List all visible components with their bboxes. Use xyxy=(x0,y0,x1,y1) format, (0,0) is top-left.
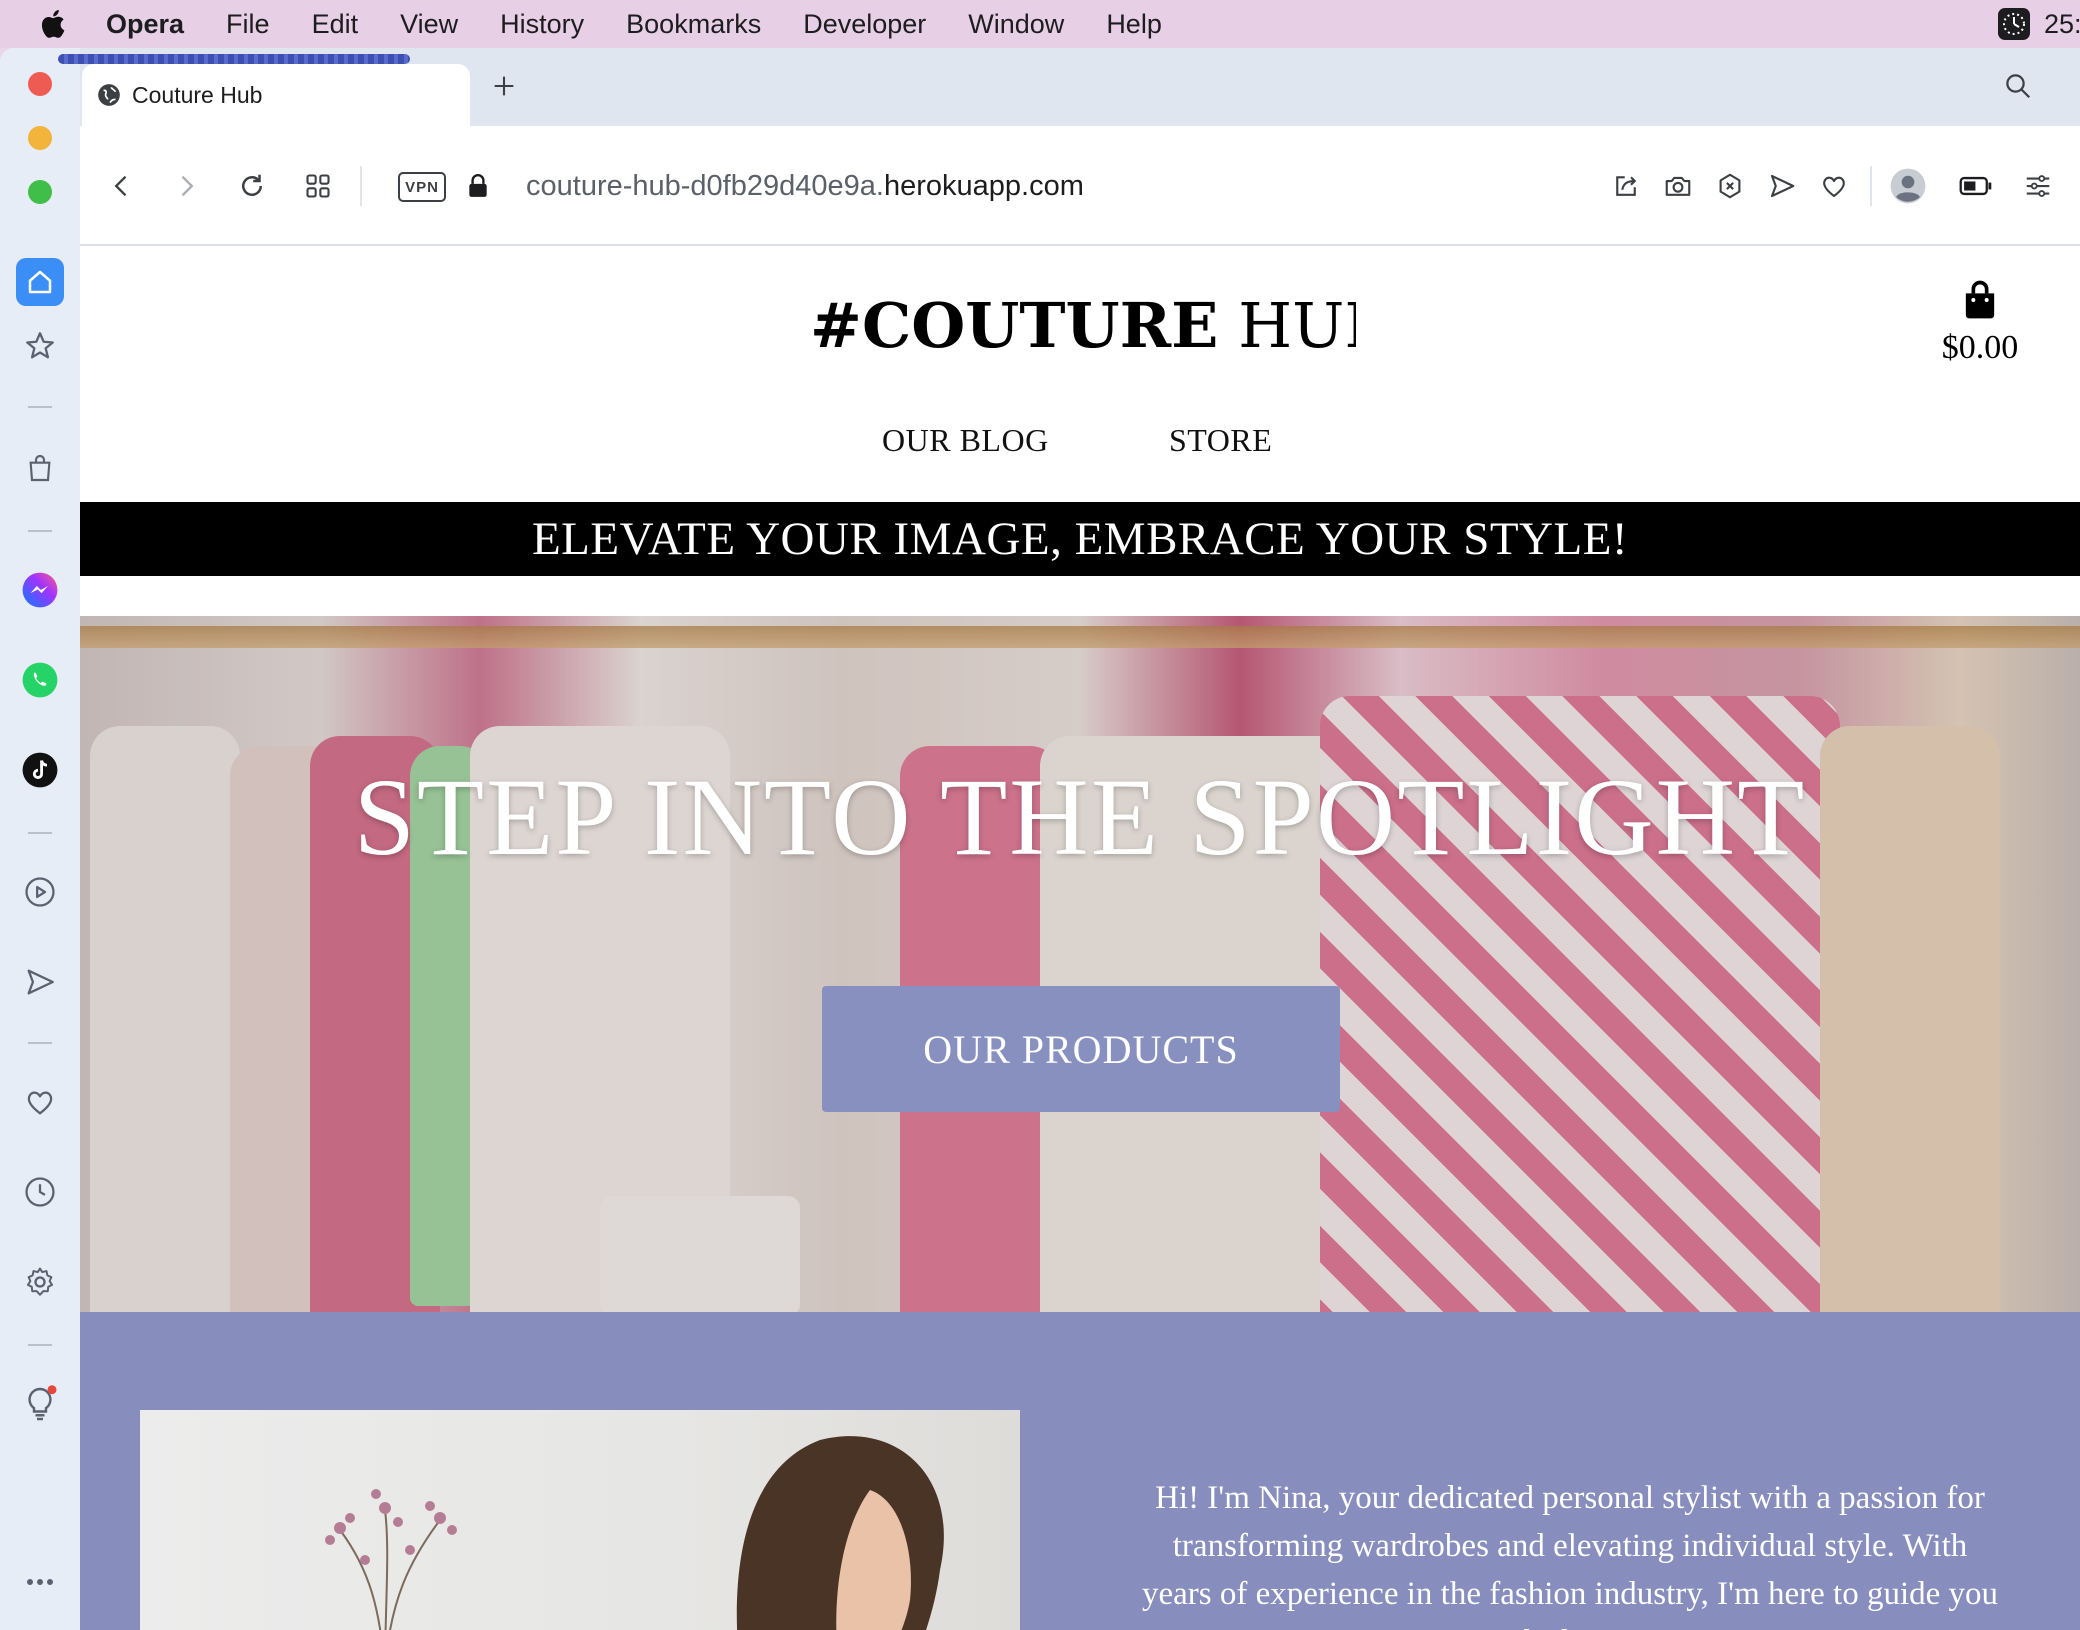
sidebar-separator xyxy=(28,1344,52,1346)
share-icon[interactable] xyxy=(1606,166,1646,206)
tab-search-icon[interactable] xyxy=(1998,66,2038,106)
tab-couture-hub[interactable]: Couture Hub xyxy=(82,64,470,126)
tiktok-icon[interactable] xyxy=(20,750,60,790)
menu-app-opera[interactable]: Opera xyxy=(106,0,184,48)
menu-history[interactable]: History xyxy=(500,0,584,48)
sidebar-separator xyxy=(28,530,52,532)
cart-total: $0.00 xyxy=(1941,329,2019,366)
settings-gear-icon[interactable] xyxy=(20,1262,60,1302)
hero-overlay xyxy=(80,616,2080,1312)
home-icon[interactable] xyxy=(16,258,64,306)
site-logo[interactable]: #COUTURE HUB ! xyxy=(810,286,1356,366)
heart-icon[interactable] xyxy=(20,1082,60,1122)
lock-icon[interactable] xyxy=(458,166,498,206)
menu-file[interactable]: File xyxy=(226,0,270,48)
hero-title: STEP INTO THE SPOTLIGHT xyxy=(353,756,1807,878)
promo-banner: ELEVATE YOUR IMAGE, EMBRACE YOUR STYLE! xyxy=(80,502,2080,576)
nav-our-blog[interactable]: OUR BLOG xyxy=(882,422,1049,459)
stylist-photo-illustration xyxy=(325,1436,944,1630)
player-icon[interactable] xyxy=(20,872,60,912)
menu-window[interactable]: Window xyxy=(968,0,1064,48)
history-clock-icon[interactable] xyxy=(20,1172,60,1212)
menu-bookmarks[interactable]: Bookmarks xyxy=(626,0,761,48)
shopping-cart[interactable]: $0.00 xyxy=(1920,278,2040,367)
sidebar-separator xyxy=(28,832,52,834)
vpn-badge[interactable]: VPN xyxy=(398,172,446,202)
battery-saver-icon[interactable] xyxy=(1956,166,1996,206)
send-flow-icon[interactable] xyxy=(20,962,60,1002)
url-subdomain: couture-hub-d0fb29d40e9a. xyxy=(526,170,884,202)
tab-title: Couture Hub xyxy=(132,81,263,108)
nav-store[interactable]: STORE xyxy=(1169,422,1272,459)
send-icon[interactable] xyxy=(1762,166,1802,206)
lightbulb-tips-icon[interactable] xyxy=(20,1384,60,1424)
zoom-window-button[interactable] xyxy=(28,180,52,204)
more-options-icon[interactable] xyxy=(20,1562,60,1602)
easy-setup-menu-icon[interactable] xyxy=(2018,166,2058,206)
shopping-bag-icon xyxy=(1965,280,1995,319)
apple-logo-icon[interactable] xyxy=(36,6,72,42)
about-intro-text: Hi! I'm Nina, your dedicated personal st… xyxy=(1141,1480,1999,1630)
web-page: #COUTURE HUB ! $0.00 OUR BLOG STORE ELEV… xyxy=(80,246,2080,1630)
menu-edit[interactable]: Edit xyxy=(312,0,359,48)
url-domain: herokuapp.com xyxy=(883,170,1084,202)
toolbar-divider xyxy=(1870,166,1872,206)
reload-icon[interactable] xyxy=(232,166,272,206)
globe-favicon-icon xyxy=(98,84,120,106)
menu-help[interactable]: Help xyxy=(1106,0,1162,48)
address-bar-url[interactable]: couture-hub-d0fb29d40e9a.herokuapp.com xyxy=(526,166,1084,206)
toolbar-divider xyxy=(360,166,362,206)
forward-arrow-icon[interactable] xyxy=(166,166,206,206)
browser-toolbar: VPN couture-hub-d0fb29d40e9a.herokuapp.c… xyxy=(80,126,2080,246)
macos-menu-bar: Opera File Edit View History Bookmarks D… xyxy=(0,0,2080,48)
speed-dial-star-icon[interactable] xyxy=(20,326,60,366)
ad-blocker-shield-icon[interactable] xyxy=(1710,166,1750,206)
redacted-scribble xyxy=(58,54,410,64)
clock-app-icon[interactable] xyxy=(1998,8,2030,40)
menubar-status-area: 25: xyxy=(1998,0,2080,48)
profile-avatar-icon[interactable] xyxy=(1888,166,1928,206)
sidebar-separator xyxy=(28,1042,52,1044)
minimize-window-button[interactable] xyxy=(28,126,52,150)
menu-view[interactable]: View xyxy=(400,0,458,48)
menu-developer[interactable]: Developer xyxy=(803,0,926,48)
hero-section: STEP INTO THE SPOTLIGHT OUR PRODUCTS xyxy=(80,616,2080,1312)
new-tab-plus-icon[interactable] xyxy=(484,66,524,106)
stylist-photo xyxy=(140,1410,1020,1630)
tab-grid-icon[interactable] xyxy=(298,166,338,206)
whatsapp-icon[interactable] xyxy=(20,660,60,700)
logo-bold: #COUTURE xyxy=(810,289,1219,362)
site-header: #COUTURE HUB ! $0.00 OUR BLOG STORE xyxy=(80,246,2080,502)
bookmark-heart-icon[interactable] xyxy=(1814,166,1854,206)
shopping-bag-icon[interactable] xyxy=(20,448,60,488)
close-window-button[interactable] xyxy=(28,72,52,96)
sidebar-separator xyxy=(28,406,52,408)
browser-window: Couture Hub VPN couture-hub-d0fb29d40e9a… xyxy=(0,48,2080,1630)
tab-strip: Couture Hub xyxy=(58,48,2080,126)
back-arrow-icon[interactable] xyxy=(102,166,142,206)
opera-sidebar xyxy=(0,48,80,1630)
about-section: Hi! I'm Nina, your dedicated personal st… xyxy=(80,1312,2080,1630)
messenger-icon[interactable] xyxy=(20,570,60,610)
our-products-button[interactable]: OUR PRODUCTS xyxy=(822,986,1340,1112)
snapshot-camera-icon[interactable] xyxy=(1658,166,1698,206)
logo-rest: HUB ! xyxy=(1238,289,1356,362)
menubar-clock: 25: xyxy=(2044,8,2080,39)
